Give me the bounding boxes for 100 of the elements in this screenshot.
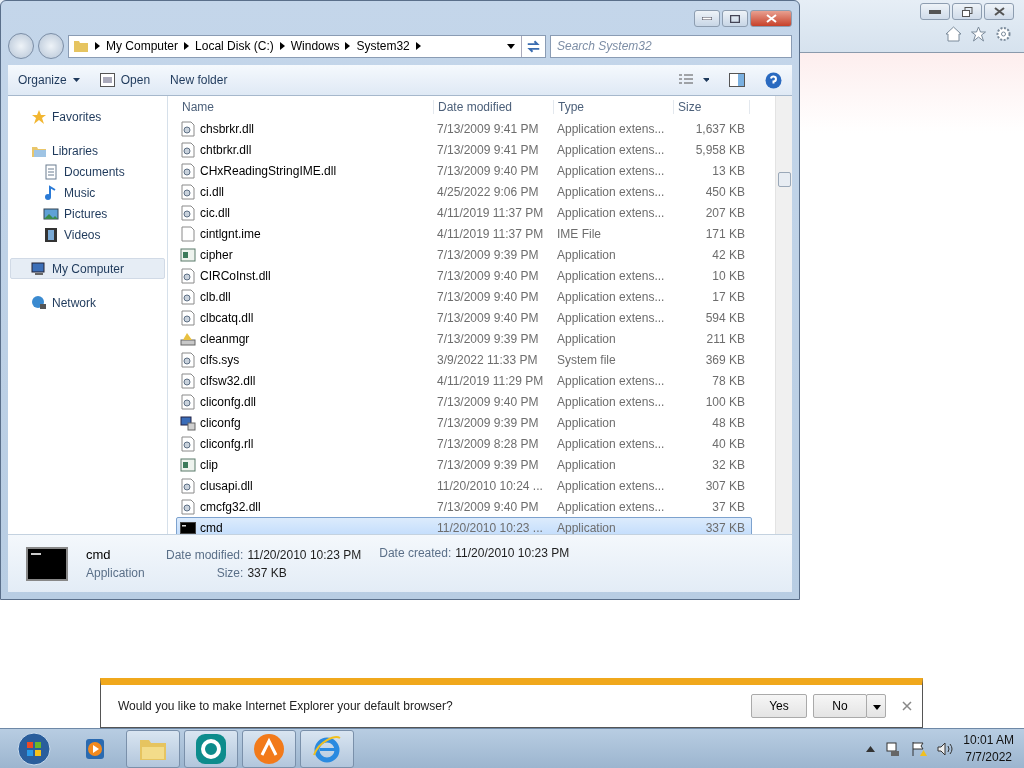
column-header[interactable]: Size (674, 100, 750, 114)
back-button[interactable] (8, 33, 34, 59)
breadcrumb[interactable]: System32 (356, 39, 410, 53)
settings-icon[interactable] (995, 26, 1012, 42)
address-bar[interactable]: My Computer Local Disk (C:) Windows System32 (68, 34, 546, 58)
breadcrumb[interactable]: Windows (290, 39, 340, 53)
field-label: Size: (215, 565, 244, 580)
toolbar-button[interactable]: New folder (170, 73, 228, 87)
file-row[interactable]: CIRCoInst.dll 7/13/2009 9:40 PM Application extens... 10 KB (176, 265, 752, 286)
view-options-icon[interactable] (679, 74, 709, 86)
minimize-button[interactable] (920, 3, 950, 20)
dropdown-icon[interactable] (507, 43, 515, 49)
file-row[interactable]: cipher 7/13/2009 9:39 PM Application 42 KB (176, 244, 752, 265)
nav-item[interactable]: Favorites (10, 106, 165, 127)
file-row[interactable]: clip 7/13/2009 9:39 PM Application 32 KB (176, 454, 752, 475)
nav-item[interactable]: Music (10, 182, 165, 203)
search-field[interactable]: Search System32 (550, 34, 792, 58)
type-cell-text: Application extens... (556, 310, 666, 325)
close-button[interactable] (984, 3, 1014, 20)
file-row[interactable]: clbcatq.dll 7/13/2009 9:40 PM Application extens... 594 KB (176, 307, 752, 328)
size-cell-text: 171 KB (704, 226, 746, 241)
preview-pane-icon[interactable] (729, 73, 745, 87)
console-icon (26, 546, 68, 581)
show-hidden-icons[interactable] (866, 745, 876, 752)
date-cell-text: 7/13/2009 9:40 PM (436, 499, 540, 514)
clock[interactable]: 10:01 AM 7/7/2022 (963, 731, 1014, 766)
date-cell-text: 7/13/2009 9:40 PM (436, 394, 540, 409)
file-row[interactable]: clfs.sys 3/9/2022 11:33 PM System file 369 KB (176, 349, 752, 370)
taskbar-button[interactable] (242, 729, 296, 768)
maximize-icon (730, 14, 740, 23)
file-row[interactable]: cliconfg.dll 7/13/2009 9:40 PM Application extens... 100 KB (176, 391, 752, 412)
date-cell-text: 3/9/2022 11:33 PM (436, 352, 539, 367)
date-cell-text: 7/13/2009 9:40 PM (436, 163, 540, 178)
gear-file-icon (180, 372, 196, 389)
network-icon[interactable] (885, 740, 902, 757)
column-header[interactable]: Name (178, 100, 434, 114)
file-row[interactable]: ci.dll 4/25/2022 9:06 PM Application extens... 450 KB (176, 181, 752, 202)
notification-button[interactable]: No (813, 694, 867, 718)
home-icon[interactable] (945, 26, 962, 42)
file-row[interactable]: CHxReadingStringIME.dll 7/13/2009 9:40 PM Application extens... 13 KB (176, 160, 752, 181)
scrollbar[interactable] (775, 96, 792, 534)
close-icon[interactable] (902, 701, 912, 711)
file-type: Application (86, 566, 146, 580)
speaker-icon[interactable] (937, 740, 954, 757)
date-cell-text: 4/11/2019 11:37 PM (436, 226, 545, 241)
taskbar-button[interactable] (184, 729, 238, 768)
type-cell-text: Application extens... (556, 373, 666, 388)
nav-item[interactable]: Network (10, 292, 165, 313)
type-cell-text: Application extens... (556, 436, 666, 451)
taskbar-button[interactable] (126, 729, 180, 768)
file-row[interactable]: cmcfg32.dll 7/13/2009 9:40 PM Application extens... 37 KB (176, 496, 752, 517)
date-cell-text: 4/25/2022 9:06 PM (436, 184, 540, 199)
chevron-icon (184, 42, 190, 50)
toolbar-button[interactable]: Organize (18, 73, 80, 87)
flag-warning-icon[interactable] (911, 740, 928, 757)
forward-button[interactable] (38, 33, 64, 59)
file-row[interactable]: cliconfg 7/13/2009 9:39 PM Application 48 KB (176, 412, 752, 433)
breadcrumb[interactable]: My Computer (106, 39, 179, 53)
file-row[interactable]: cic.dll 4/11/2019 11:37 PM Application extens... 207 KB (176, 202, 752, 223)
nav-item[interactable]: My Computer (10, 258, 165, 279)
toolbar-button[interactable]: Open (99, 73, 151, 87)
size-cell-text: 1,637 KB (694, 121, 746, 136)
nav-item[interactable]: Libraries (10, 140, 165, 161)
file-row[interactable]: clusapi.dll 11/20/2010 10:24 ... Application extens... 307 KB (176, 475, 752, 496)
breadcrumb[interactable]: Local Disk (C:) (195, 39, 274, 53)
star-icon[interactable] (970, 26, 987, 42)
nav-item[interactable]: Documents (10, 161, 165, 182)
nav-item[interactable]: Pictures (10, 203, 165, 224)
file-row[interactable]: chsbrkr.dll 7/13/2009 9:41 PM Application extens... 1,637 KB (176, 118, 752, 139)
file-row[interactable]: cmd 11/20/2010 10:23 ... Application 337 KB (176, 517, 752, 534)
maximize-button[interactable] (722, 10, 748, 27)
file-row[interactable]: chtbrkr.dll 7/13/2009 9:41 PM Application extens... 5,958 KB (176, 139, 752, 160)
file-name: CIRCoInst.dll (177, 267, 433, 284)
help-icon[interactable] (765, 71, 782, 89)
file-name: chsbrkr.dll (177, 120, 433, 137)
file-row[interactable]: cintlgnt.ime 4/11/2019 11:37 PM IME File 171 KB (176, 223, 752, 244)
file-row[interactable]: cleanmgr 7/13/2009 9:39 PM Application 211 KB (176, 328, 752, 349)
caret-icon (873, 705, 881, 710)
taskbar-button[interactable] (300, 729, 354, 768)
notification-button[interactable]: Yes (751, 694, 807, 718)
field-value: 11/20/2010 10:23 PM (455, 546, 570, 560)
dropdown-button[interactable] (866, 694, 886, 718)
column-header[interactable]: Date modified (434, 100, 554, 114)
chevron-icon (415, 42, 421, 50)
file-row[interactable]: clb.dll 7/13/2009 9:40 PM Application extens... 17 KB (176, 286, 752, 307)
date-cell-text: 7/13/2009 9:39 PM (436, 247, 540, 262)
type-cell-text: Application extens... (556, 478, 666, 493)
size-cell-text: 17 KB (711, 289, 746, 304)
close-button[interactable] (750, 10, 792, 27)
field-label: Date modified: (166, 547, 244, 562)
type-cell-text: Application extens... (556, 205, 666, 220)
field-label: Date created: (379, 546, 452, 560)
restore-button[interactable] (952, 3, 982, 20)
nav-item[interactable]: Videos (10, 224, 165, 245)
type-cell-text: Application extens... (556, 142, 666, 157)
file-row[interactable]: cliconfg.rll 7/13/2009 8:28 PM Application extens... 40 KB (176, 433, 752, 454)
column-header[interactable]: Type (554, 100, 674, 114)
type-cell-text: Application (556, 520, 617, 534)
file-row[interactable]: clfsw32.dll 4/11/2019 11:29 PM Application extens... 78 KB (176, 370, 752, 391)
type-cell-text: Application (556, 415, 617, 430)
